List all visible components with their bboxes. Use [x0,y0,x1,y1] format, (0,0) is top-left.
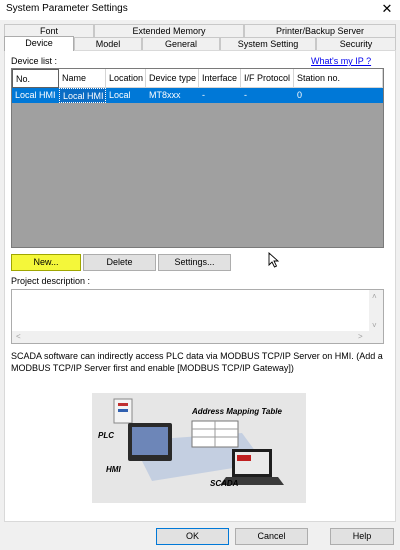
scada-note: SCADA software can indirectly access PLC… [11,351,383,373]
help-button[interactable]: Help [330,528,394,545]
tab-extended-memory[interactable]: Extended Memory [94,24,244,37]
tab-model[interactable]: Model [74,37,142,50]
diagram-label-plc: PLC [98,431,114,440]
modbus-gateway-diagram: PLC HMI SCADA Address Mapping Table [92,393,306,503]
new-device-button[interactable]: New... [11,254,81,271]
column-header-name[interactable]: Name [59,69,106,88]
whats-my-ip-link[interactable]: What's my IP ? [311,56,371,66]
cancel-button[interactable]: Cancel [235,528,308,545]
table-cell: MT8xxx [149,90,181,100]
project-description-label: Project description : [11,276,91,286]
diagram-label-address-mapping: Address Mapping Table [192,407,282,416]
column-header-device-type[interactable]: Device type [146,69,199,88]
table-row[interactable]: Local HMI Local HMI Local MT8xxx - - 0 [12,88,383,103]
table-cell: 0 [297,90,303,100]
delete-device-button[interactable]: Delete [83,254,156,271]
table-cell: - [244,90,247,100]
vertical-scrollbar[interactable]: ˄ ˅ [369,290,383,343]
table-cell: Local HMI [59,88,106,103]
tab-device[interactable]: Device [4,36,74,51]
column-header-if-protocol[interactable]: I/F Protocol [241,69,294,88]
diagram-label-hmi: HMI [106,465,121,474]
table-cell: - [202,90,205,100]
device-list-label: Device list : [11,56,58,66]
scroll-right-icon[interactable]: > [358,333,363,341]
device-list[interactable]: No. Name Location Device type Interface … [11,68,384,248]
mouse-cursor-icon [268,252,280,268]
close-icon[interactable]: ✕ [380,1,394,17]
table-cell: Local [109,90,131,100]
scroll-up-icon[interactable]: ˄ [372,293,377,301]
horizontal-scrollbar[interactable]: < > [12,331,370,343]
project-description-field[interactable]: ˄ ˅ < > [11,289,384,344]
tab-security[interactable]: Security [316,37,396,50]
table-cell: Local HMI [15,90,56,100]
tab-system-setting[interactable]: System Setting [220,37,316,50]
ok-button[interactable]: OK [156,528,229,545]
column-header-no[interactable]: No. [12,69,59,88]
scroll-left-icon[interactable]: < [16,333,21,341]
tab-general[interactable]: General [142,37,220,50]
column-header-location[interactable]: Location [106,69,146,88]
settings-button[interactable]: Settings... [158,254,231,271]
window-title: System Parameter Settings [6,3,128,14]
scroll-down-icon[interactable]: ˅ [372,322,377,330]
tab-printer-backup-server[interactable]: Printer/Backup Server [244,24,396,37]
column-header-station-no[interactable]: Station no. [294,69,383,88]
column-header-interface[interactable]: Interface [199,69,241,88]
title-bar: System Parameter Settings ✕ [0,0,400,20]
diagram-label-scada: SCADA [210,479,239,488]
